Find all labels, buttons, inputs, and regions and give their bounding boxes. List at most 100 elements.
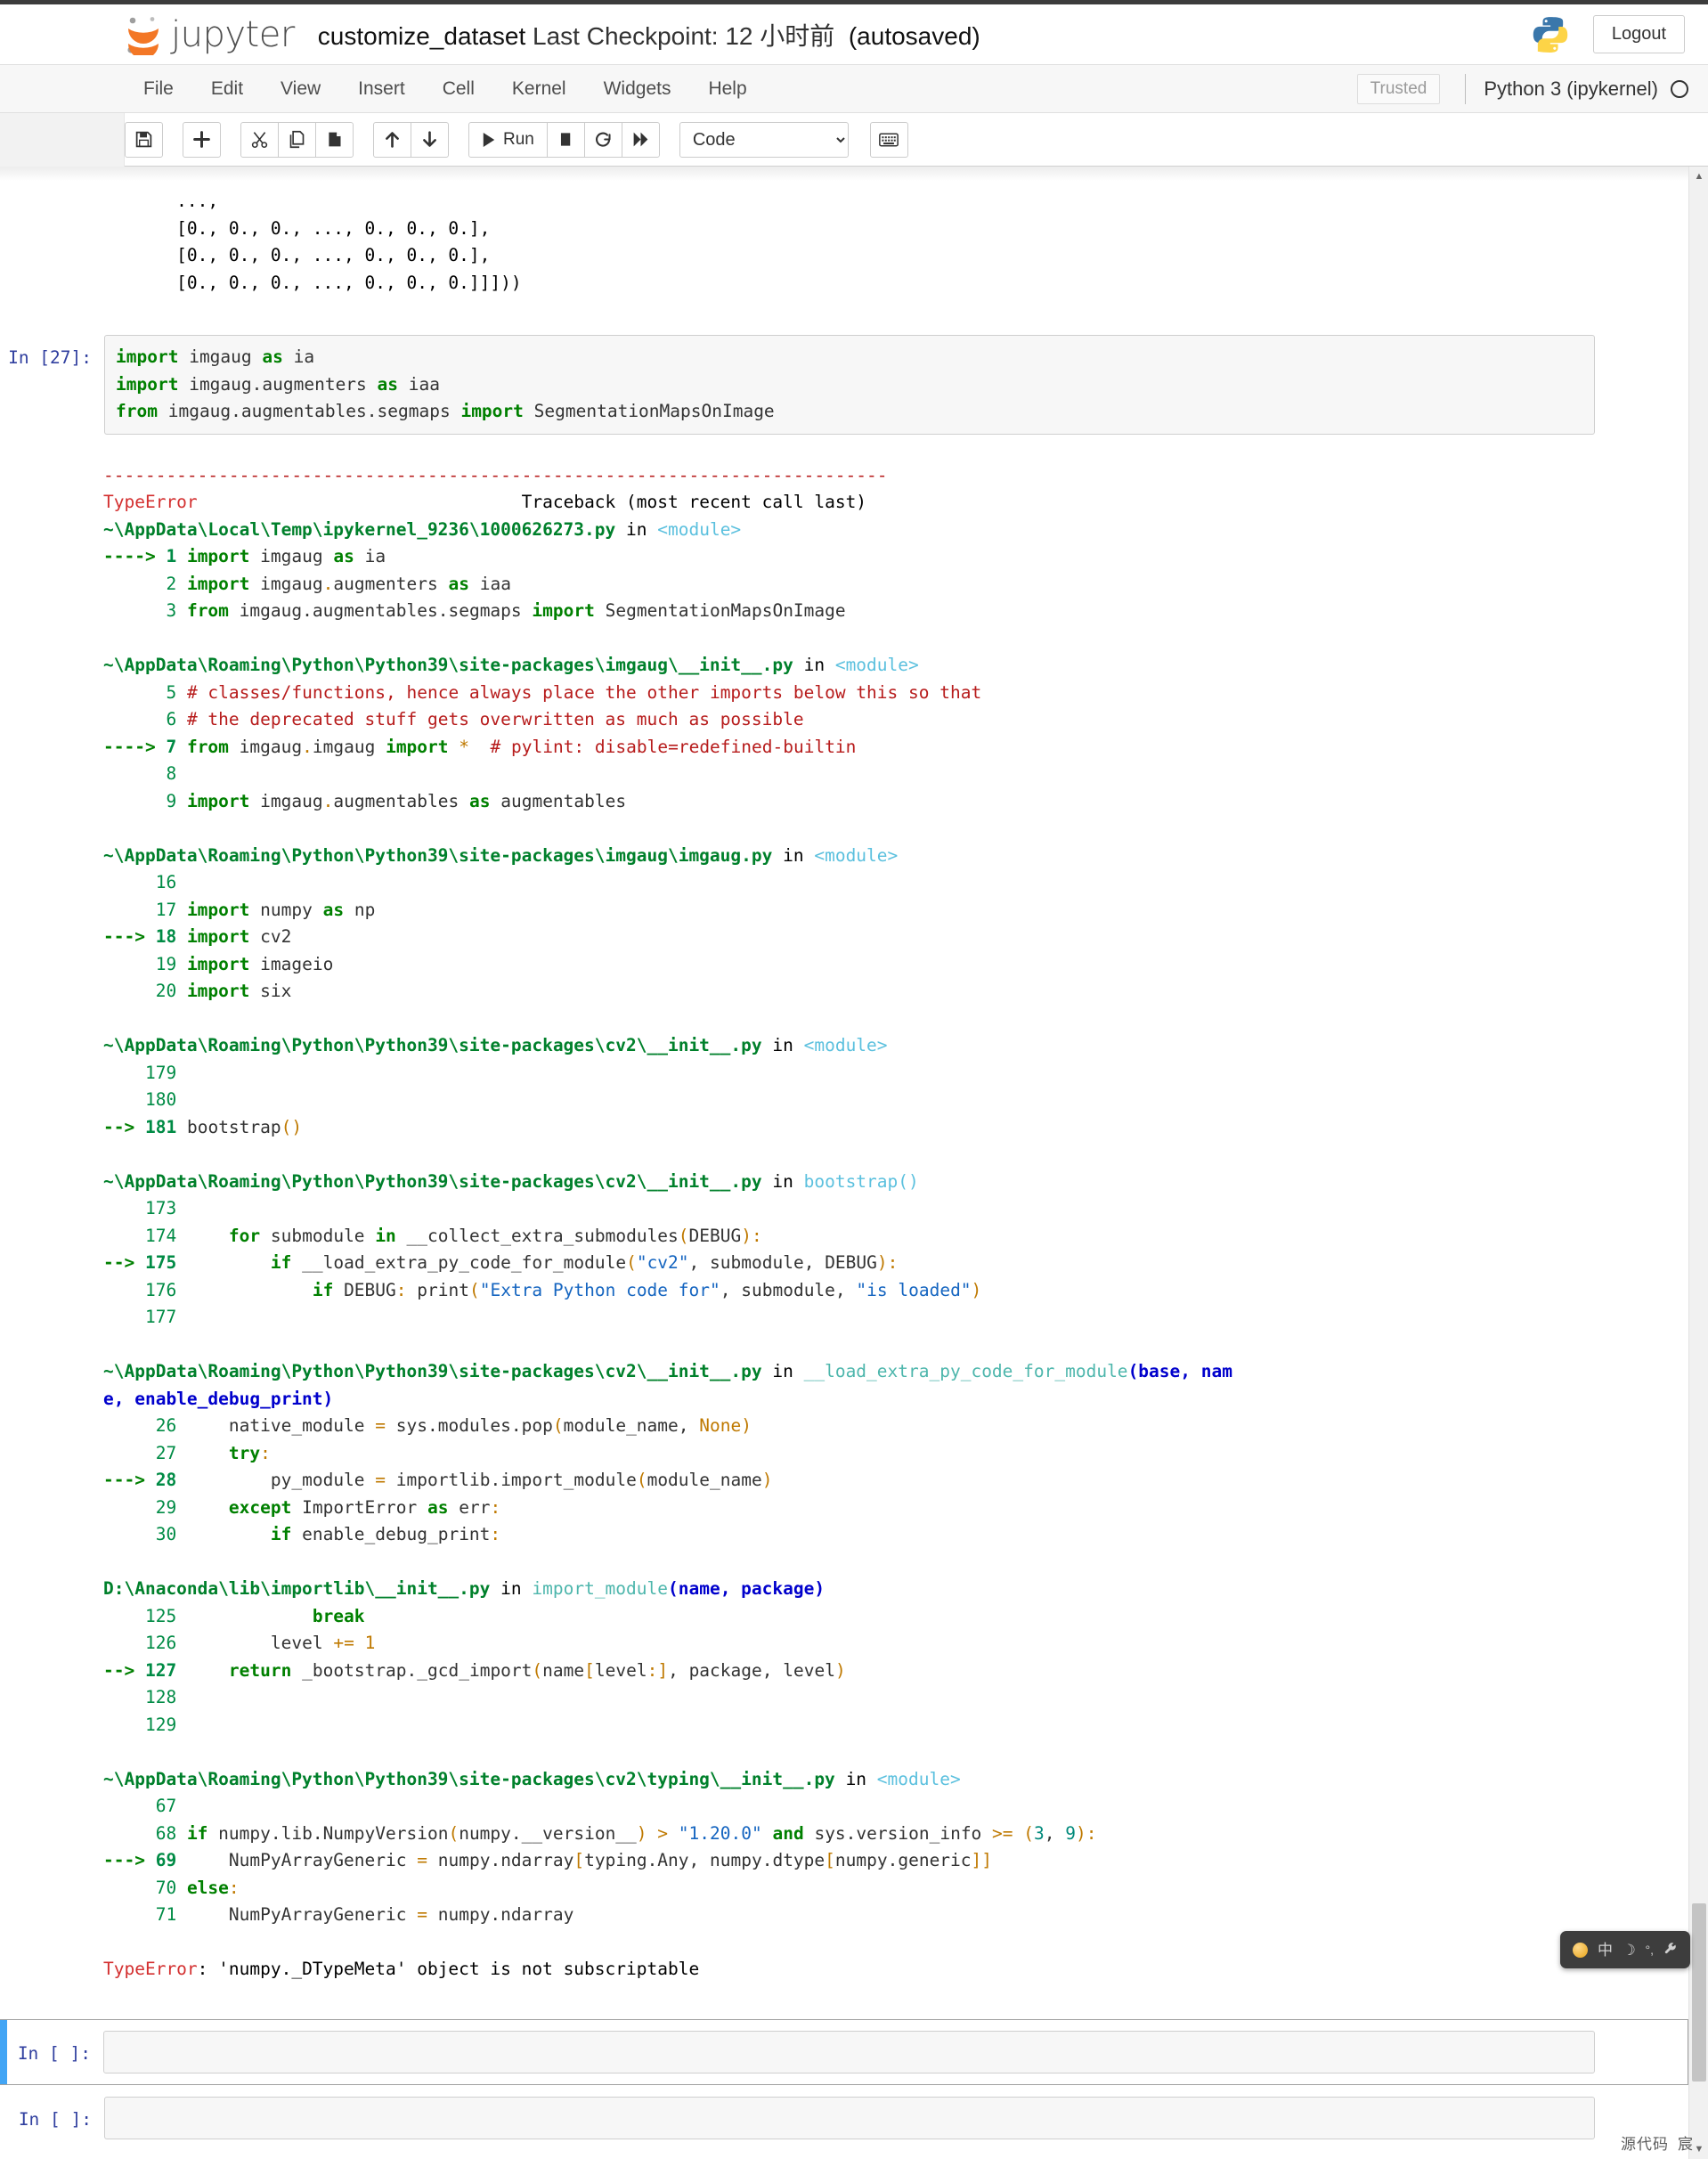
menu-view[interactable]: View — [262, 65, 339, 112]
autosave-status: (autosaved) — [848, 21, 980, 50]
toolbar-group-insert — [183, 121, 221, 158]
notebook-name[interactable]: customize_dataset — [318, 22, 525, 50]
watermark-text-2: 宸 — [1678, 2136, 1694, 2154]
toolbar-group-run: Run — [468, 121, 660, 158]
status-dot-icon[interactable] — [1573, 1942, 1589, 1958]
code-line-0-rest: imgaug — [189, 346, 252, 367]
notebook-scrollbar[interactable]: ▲ ▼ — [1688, 167, 1708, 2159]
python-logo-icon — [1533, 16, 1568, 53]
empty-cell-1-input[interactable] — [103, 2030, 1595, 2073]
empty-cell-3[interactable]: In [ ]: — [0, 2151, 1688, 2159]
frame-3-file: ~\AppData\Roaming\Python\Python39\site-p… — [103, 1035, 762, 1055]
kernel-idle-circle-icon[interactable] — [1671, 79, 1688, 98]
wrench-icon[interactable] — [1663, 1943, 1678, 1957]
cut-cell-button[interactable] — [240, 121, 279, 158]
frame-2-scope: <module> — [814, 844, 899, 866]
open-command-palette-button[interactable] — [869, 121, 908, 158]
insert-cell-below-button[interactable] — [183, 121, 221, 158]
watermark: 源代码宸 — [1621, 2131, 1694, 2154]
empty-cell-2-prompt: In [ ]: — [18, 2108, 92, 2130]
fast-forward-icon — [633, 132, 648, 147]
frame-0-file: ~\AppData\Local\Temp\ipykernel_9236\1000… — [103, 518, 616, 540]
frame-0-scope: <module> — [657, 518, 742, 540]
input-prompt-27: In [27]: — [8, 347, 92, 368]
paste-cell-button[interactable] — [315, 121, 354, 158]
prev-out-line-2: [0., 0., 0., ..., 0., 0., 0.], — [103, 245, 491, 265]
move-cell-up-button[interactable] — [373, 121, 411, 158]
toolbar-group-save — [125, 121, 163, 158]
frame-1-file: ~\AppData\Roaming\Python\Python39\site-p… — [103, 655, 793, 675]
ime-floating-toolbar[interactable]: 中 ☽ °, — [1560, 1931, 1690, 1968]
kernel-name-label: Python 3 (ipykernel) — [1484, 77, 1658, 100]
frame-7-file: ~\AppData\Roaming\Python\Python39\site-p… — [103, 1768, 835, 1789]
menu-help[interactable]: Help — [689, 65, 765, 112]
frame-4-file: ~\AppData\Roaming\Python\Python39\site-p… — [103, 1170, 762, 1192]
prev-out-line-3: [0., 0., 0., ..., 0., 0., 0.]]])) — [103, 272, 522, 293]
scrollbar-up-arrow-icon[interactable]: ▲ — [1689, 167, 1708, 186]
notebook-header: jupyter customize_dataset Last Checkpoin… — [0, 4, 1708, 65]
final-error-message: : 'numpy._DTypeMeta' object is not subsc… — [197, 1959, 700, 1979]
previous-output-cell: ..., [0., 0., 0., ..., 0., 0., 0.], [0.,… — [0, 174, 1688, 302]
restart-circular-arrow-icon — [595, 132, 611, 147]
frame-5-file: ~\AppData\Roaming\Python\Python39\site-p… — [103, 1361, 762, 1381]
paste-icon — [329, 132, 341, 147]
notebook-body: ..., [0., 0., 0., ..., 0., 0., 0.], [0.,… — [0, 167, 1708, 2159]
toolbar-group-move — [373, 121, 449, 158]
prev-out-line-1: [0., 0., 0., ..., 0., 0., 0.], — [103, 217, 491, 239]
jupyter-logo[interactable]: jupyter — [125, 14, 295, 55]
menu-file[interactable]: File — [125, 65, 192, 112]
frame-7-scope: <module> — [876, 1768, 961, 1789]
restart-and-run-all-button[interactable] — [621, 121, 660, 158]
empty-cell-1[interactable]: In [ ]: — [0, 2018, 1688, 2085]
notebook-title-block[interactable]: customize_dataset Last Checkpoint: 12 小时… — [318, 17, 980, 53]
error-output-prompt — [0, 457, 103, 1989]
prev-out-line-0: ..., — [103, 191, 219, 211]
selected-cell-marker — [0, 2019, 7, 2084]
scrollbar-thumb[interactable] — [1692, 1903, 1706, 2082]
menubar-divider — [1465, 73, 1467, 104]
frame-4-scope: bootstrap() — [803, 1170, 919, 1192]
frame-6-file: D:\Anaconda\lib\importlib\__init__.py — [103, 1578, 491, 1599]
play-icon — [483, 132, 495, 147]
floppy-disk-icon — [135, 131, 152, 148]
menu-insert[interactable]: Insert — [339, 65, 424, 112]
punctuation-icon[interactable]: °, — [1645, 1943, 1654, 1956]
arrow-down-icon — [423, 131, 436, 147]
moon-icon[interactable]: ☽ — [1623, 1943, 1636, 1958]
plus-icon — [193, 131, 210, 148]
move-cell-down-button[interactable] — [411, 121, 449, 158]
notebook-scroll-region[interactable]: ..., [0., 0., 0., ..., 0., 0., 0.], [0.,… — [0, 167, 1688, 2159]
menu-list: File Edit View Insert Cell Kernel Widget… — [125, 65, 766, 112]
jupyter-logo-icon — [127, 16, 159, 55]
menu-kernel[interactable]: Kernel — [493, 65, 585, 112]
final-error-type: TypeError — [103, 1959, 198, 1979]
frame-1-scope: <module> — [834, 655, 919, 675]
restart-kernel-button[interactable] — [583, 121, 622, 158]
notebook-toolbar: Run Code Markdown Raw NBConvert Heading — [0, 113, 1708, 167]
trusted-badge[interactable]: Trusted — [1356, 73, 1441, 104]
copy-cell-button[interactable] — [278, 121, 316, 158]
logout-button[interactable]: Logout — [1592, 15, 1685, 53]
code-input-area[interactable]: import imgaug as ia import imgaug.augmen… — [104, 335, 1595, 435]
code-cell-27[interactable]: In [27]: import imgaug as ia import imga… — [0, 323, 1688, 446]
chinese-mode-icon[interactable]: 中 — [1598, 1943, 1613, 1958]
save-button[interactable] — [125, 121, 163, 158]
interrupt-kernel-button[interactable] — [546, 121, 585, 158]
menu-edit[interactable]: Edit — [192, 65, 262, 112]
scissors-icon — [251, 132, 268, 149]
traceback-separator: ----------------------------------------… — [103, 464, 888, 485]
header-right-group: Logout — [1531, 15, 1685, 54]
menu-widgets[interactable]: Widgets — [585, 65, 690, 112]
arrow-up-icon — [386, 132, 399, 148]
run-cell-button[interactable]: Run — [468, 121, 548, 158]
toolbar-group-palette — [869, 121, 908, 158]
empty-cell-2-input[interactable] — [104, 2096, 1595, 2139]
menu-cell[interactable]: Cell — [424, 65, 493, 112]
previous-output-prompt — [0, 183, 103, 302]
empty-cell-2[interactable]: In [ ]: — [0, 2085, 1688, 2151]
menubar-right-group: Trusted Python 3 (ipykernel) — [1356, 65, 1708, 112]
error-output-cell: ----------------------------------------… — [0, 457, 1688, 1989]
traceback-header-right: Traceback (most recent call last) — [521, 492, 867, 512]
cell-type-select[interactable]: Code Markdown Raw NBConvert Heading — [679, 121, 849, 158]
traceback-output: ----------------------------------------… — [103, 464, 1232, 1980]
